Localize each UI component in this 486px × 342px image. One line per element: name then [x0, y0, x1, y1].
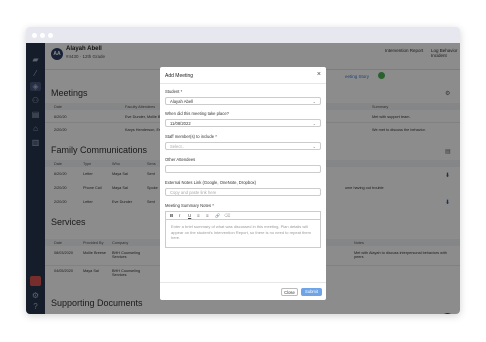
- staff-select[interactable]: Select.. ⌄: [165, 142, 321, 150]
- modal-divider: [160, 83, 326, 84]
- other-attendees-label: Other Attendees: [165, 157, 196, 162]
- close-icon[interactable]: ×: [317, 71, 321, 78]
- student-label: Student *: [165, 89, 183, 94]
- chevron-down-icon: ⌄: [312, 99, 316, 104]
- close-button[interactable]: Close: [281, 288, 298, 296]
- summary-textarea[interactable]: Enter a brief summary of what was discus…: [165, 219, 321, 248]
- window-dot-close[interactable]: [32, 33, 37, 38]
- summary-label: Meeting Summary Notes *: [165, 203, 214, 208]
- window-titlebar: [26, 27, 460, 43]
- student-select[interactable]: Alayah Abell ⌄: [165, 97, 321, 105]
- summary-placeholder: Enter a brief summary of what was discus…: [171, 224, 311, 240]
- modal-title: Add Meeting: [165, 73, 194, 79]
- app-area: ▰ ⁄ ◈ ⚇ ▤ ⌂ ▥ ⚙ ? AA Alayah Abell #4430 …: [26, 43, 460, 314]
- external-notes-label: External Notes Link (Google, OneNote, Dr…: [165, 180, 257, 185]
- other-attendees-input[interactable]: [165, 165, 321, 173]
- external-notes-input[interactable]: Copy and paste link here: [165, 188, 321, 196]
- external-notes-placeholder: Copy and paste link here: [170, 190, 217, 195]
- add-meeting-modal: Add Meeting × Student * Alayah Abell ⌄ W…: [160, 67, 326, 300]
- modal-footer-divider: [160, 282, 326, 283]
- window-dot-minimize[interactable]: [40, 33, 45, 38]
- student-select-value: Alayah Abell: [170, 99, 194, 104]
- chevron-down-icon: ⌄: [312, 144, 316, 149]
- editor-toolbar: B I U ≡ ≡ 🔗 ⌫: [165, 211, 321, 219]
- chevron-down-icon: ⌄: [312, 121, 316, 126]
- date-value: 11/08/2022: [170, 121, 191, 126]
- date-field[interactable]: 11/08/2022 ⌄: [165, 119, 321, 127]
- staff-select-placeholder: Select..: [170, 144, 184, 149]
- browser-window: ▰ ⁄ ◈ ⚇ ▤ ⌂ ▥ ⚙ ? AA Alayah Abell #4430 …: [26, 27, 460, 314]
- date-label: When did this meeting take place?: [165, 111, 230, 116]
- submit-button[interactable]: Submit: [301, 288, 322, 296]
- window-dot-maximize[interactable]: [48, 33, 53, 38]
- staff-label: Staff member(s) to include *: [165, 134, 217, 139]
